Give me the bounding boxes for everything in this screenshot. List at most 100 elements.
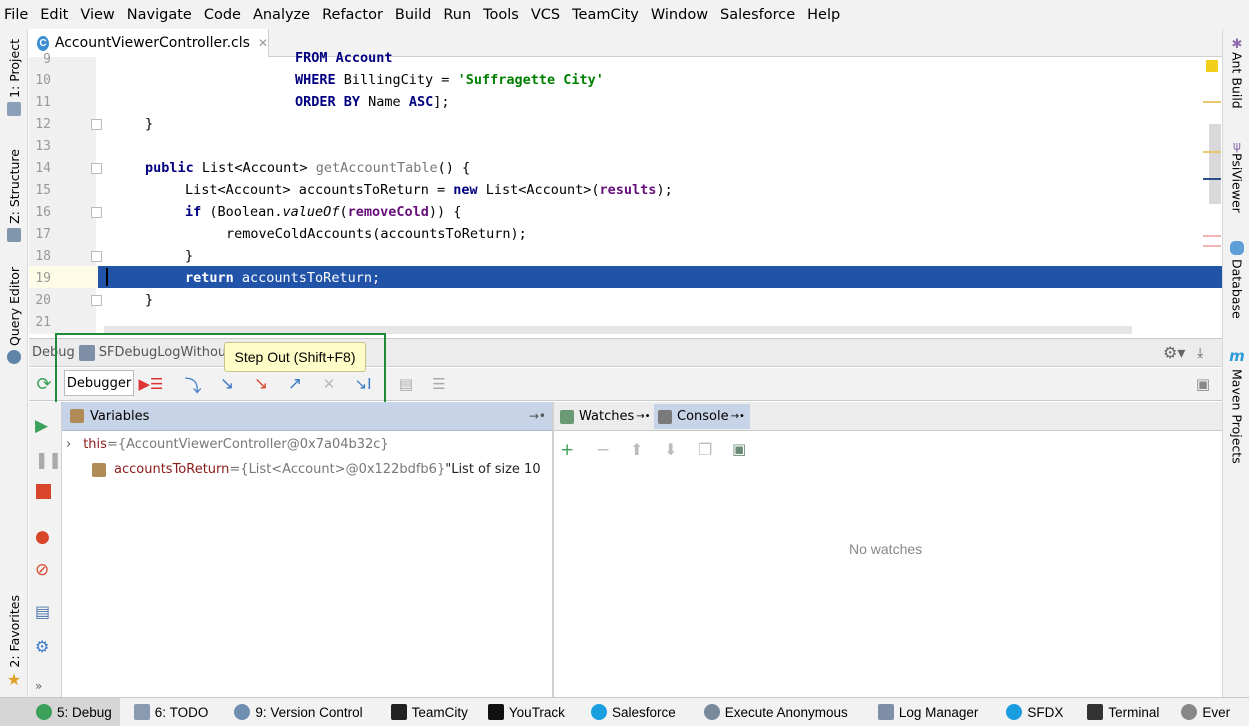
scroll-marker[interactable]	[1203, 178, 1221, 180]
code-token: BillingCity =	[335, 72, 458, 88]
variable-row[interactable]: › this = {AccountViewerController@0x7a04…	[66, 437, 389, 452]
tab-console[interactable]: Console →•	[654, 404, 750, 429]
close-icon[interactable]: ✕	[258, 36, 268, 50]
menu-view[interactable]: View	[80, 7, 114, 23]
code-token: return	[185, 270, 234, 286]
bottom-tab-salesforce[interactable]: Salesforce	[573, 698, 684, 726]
fold-marker[interactable]	[91, 295, 102, 306]
menu-vcs[interactable]: VCS	[531, 7, 560, 23]
pause-icon[interactable]: ❚❚	[35, 450, 62, 469]
code-token: ORDER BY	[295, 94, 361, 110]
tool-tab-database[interactable]: Database	[1223, 241, 1249, 319]
menu-teamcity[interactable]: TeamCity	[572, 7, 639, 23]
settings-icon[interactable]: ⚙	[35, 637, 53, 656]
menu-window[interactable]: Window	[651, 7, 708, 23]
bottom-tab-execute-anonymous[interactable]: Execute Anonymous	[684, 698, 856, 726]
editor-tab-file[interactable]: C AccountViewerController.cls ✕	[29, 29, 269, 57]
fold-marker[interactable]	[91, 119, 102, 130]
menu-help[interactable]: Help	[807, 7, 840, 23]
bottom-tab-sfdx[interactable]: SFDX	[986, 698, 1071, 726]
menu-edit[interactable]: Edit	[40, 7, 68, 23]
tool-tab-favorites[interactable]: 2: Favorites ★	[0, 595, 28, 689]
menu-navigate[interactable]: Navigate	[127, 7, 192, 23]
watch-settings-icon[interactable]: ▣	[732, 440, 746, 458]
psiviewer-label: PsiViewer	[1229, 153, 1245, 213]
evaluate-icon[interactable]: ▤	[395, 373, 417, 395]
restore-layout-icon[interactable]: ▣	[1192, 373, 1214, 395]
trace-icon[interactable]: ☰	[428, 373, 450, 395]
line-number: 19	[35, 271, 51, 286]
pin-icon[interactable]: →•	[529, 409, 546, 423]
line-number: 20	[35, 293, 51, 308]
code-token: List<Account>	[193, 160, 316, 176]
copy-icon[interactable]: ❐	[698, 440, 712, 459]
structure-tab-label: Z: Structure	[6, 149, 22, 224]
bottom-tab-label: YouTrack	[508, 704, 565, 720]
remove-watch-icon[interactable]: −	[596, 440, 610, 460]
menu-build[interactable]: Build	[395, 7, 431, 23]
code-token: FROM Account	[295, 50, 393, 66]
code-line: ORDER BY Name ASC];	[295, 94, 449, 110]
move-up-icon[interactable]: ⬆	[630, 440, 643, 459]
scroll-marker[interactable]	[1203, 101, 1221, 103]
line-number: 17	[35, 227, 51, 242]
gear-icon[interactable]: ⚙▾	[1163, 343, 1185, 362]
evernote-icon	[1181, 704, 1198, 720]
scrollbar-thumb[interactable]	[1209, 124, 1221, 204]
bottom-tab-todo[interactable]: 6: TODO	[120, 698, 217, 726]
menu-run[interactable]: Run	[443, 7, 471, 23]
code-token: () {	[437, 160, 471, 176]
console-tab-label: Console	[677, 409, 729, 424]
menu-analyze[interactable]: Analyze	[253, 7, 310, 23]
scroll-marker[interactable]	[1203, 235, 1221, 237]
bottom-tab-terminal[interactable]: Terminal	[1071, 698, 1167, 726]
tool-tab-maven[interactable]: m Maven Projects	[1223, 347, 1249, 464]
inspection-status-icon[interactable]	[1206, 60, 1218, 72]
menu-file[interactable]: File	[4, 7, 28, 23]
view-breakpoints-icon[interactable]: ●	[35, 527, 53, 547]
fold-marker[interactable]	[91, 163, 102, 174]
tab-watches[interactable]: Watches →•	[556, 404, 652, 429]
more-icon[interactable]: »	[35, 679, 53, 697]
code-token: valueOf	[282, 204, 340, 220]
variable-row[interactable]: accountsToReturn = {List<Account>@0x122b…	[92, 462, 550, 477]
menu-salesforce[interactable]: Salesforce	[720, 7, 795, 23]
tool-tab-ant-build[interactable]: ✱ Ant Build	[1223, 37, 1249, 109]
pin-icon[interactable]: →•	[636, 411, 650, 422]
menu-refactor[interactable]: Refactor	[322, 7, 383, 23]
minimize-icon[interactable]: ⤓	[1197, 345, 1203, 361]
bottom-tab-log-manager[interactable]: Log Manager	[856, 698, 987, 726]
variable-value: {AccountViewerController@0x7a04b32c}	[117, 437, 389, 452]
menu-code[interactable]: Code	[204, 7, 241, 23]
variables-header: Variables →•	[62, 402, 552, 431]
mute-breakpoints-icon[interactable]: ⊘	[35, 560, 53, 580]
bottom-tab-debug[interactable]: 5: Debug	[0, 697, 120, 726]
menu-tools[interactable]: Tools	[483, 7, 519, 23]
rerun-icon[interactable]: ⟳	[33, 373, 55, 395]
stop-icon[interactable]	[36, 484, 51, 499]
fold-marker[interactable]	[91, 251, 102, 262]
resume-icon[interactable]: ▶	[35, 416, 53, 436]
vcs-icon	[234, 704, 251, 720]
bottom-tab-youtrack[interactable]: YouTrack	[476, 698, 573, 726]
fold-marker[interactable]	[91, 207, 102, 218]
add-watch-icon[interactable]: +	[560, 440, 574, 460]
scroll-marker[interactable]	[1203, 245, 1221, 247]
tool-tab-query-editor[interactable]: Query Editor	[0, 267, 28, 364]
line-number: 9	[43, 52, 51, 67]
line-number: 15	[35, 183, 51, 198]
bottom-tab-evernote[interactable]: Ever	[1167, 698, 1238, 726]
line-number: 13	[35, 139, 51, 154]
layout-icon[interactable]: ▤	[35, 602, 53, 621]
code-token: accountsToReturn;	[233, 270, 381, 286]
expand-icon[interactable]: ›	[66, 437, 71, 452]
tool-tab-structure[interactable]: Z: Structure	[0, 149, 28, 242]
bottom-tab-teamcity[interactable]: TeamCity	[371, 698, 476, 726]
bottom-tool-bar: 5: Debug 6: TODO 9: Version Control Team…	[0, 697, 1249, 726]
move-down-icon[interactable]: ⬇	[664, 440, 677, 459]
pin-icon[interactable]: →•	[731, 411, 745, 422]
scroll-marker[interactable]	[1203, 151, 1221, 153]
tool-tab-psiviewer[interactable]: ψ PsiViewer	[1223, 139, 1249, 213]
tool-tab-project[interactable]: 1: Project	[0, 39, 28, 116]
bottom-tab-version-control[interactable]: 9: Version Control	[216, 698, 370, 726]
